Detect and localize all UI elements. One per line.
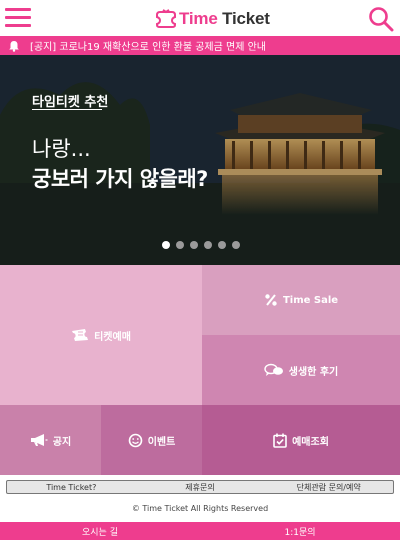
ticket-icon	[71, 328, 89, 342]
notice-bar[interactable]: [공지] 코로나19 재확산으로 인한 환불 공제금 면제 안내	[0, 36, 400, 55]
reservation-label: 예매조회	[292, 436, 329, 448]
carousel-dot[interactable]	[204, 241, 212, 249]
percent-icon	[264, 293, 278, 307]
bell-icon	[9, 40, 19, 52]
time-sale-tile[interactable]: Time Sale	[202, 265, 400, 335]
carousel-dot[interactable]	[190, 241, 198, 249]
calendar-check-icon	[273, 433, 287, 448]
hero-title-line2: 궁보러 가지 않을래?	[32, 167, 208, 191]
hero-tag: 타임티켓 추천	[32, 95, 109, 110]
footer-links: Time Ticket? 제휴문의 단체관람 문의/예약	[6, 480, 394, 494]
time-sale-label: Time Sale	[282, 294, 339, 306]
notice-tile[interactable]: 공지	[0, 405, 101, 475]
event-label: 이벤트	[147, 436, 176, 448]
carousel-dots	[162, 241, 240, 249]
footer-link-about[interactable]: Time Ticket?	[7, 481, 136, 493]
hamburger-menu-icon[interactable]	[5, 8, 31, 28]
logo-ticket-icon	[155, 9, 177, 29]
reservation-tile[interactable]: 예매조회	[202, 405, 400, 475]
bottom-bar: 오시는 길 1:1문의	[0, 522, 400, 540]
logo-time-text: Time	[179, 9, 218, 28]
logo-ticket-text: Ticket	[222, 9, 270, 28]
carousel-dot[interactable]	[218, 241, 226, 249]
notice-tile-label: 공지	[52, 436, 72, 448]
ticket-booking-label: 티켓예매	[94, 331, 131, 343]
footer-link-partnership[interactable]: 제휴문의	[136, 481, 265, 493]
search-icon[interactable]	[368, 6, 394, 32]
directions-link[interactable]: 오시는 길	[0, 522, 200, 540]
hero-title-line1: 나랑...	[32, 137, 91, 161]
ticket-booking-tile[interactable]: 티켓예매	[0, 265, 202, 405]
event-tile[interactable]: 이벤트	[101, 405, 202, 475]
carousel-dot[interactable]	[232, 241, 240, 249]
speech-bubble-icon	[264, 363, 284, 377]
notice-text: [공지] 코로나19 재확산으로 인한 환불 공제금 면제 안내	[30, 42, 266, 53]
carousel-dot[interactable]	[162, 241, 170, 249]
smiley-icon	[128, 433, 143, 448]
hero-tag-underline	[32, 109, 102, 110]
megaphone-icon	[30, 433, 48, 447]
hero-banner[interactable]: 타임티켓 추천 나랑... 궁보러 가지 않을래?	[0, 55, 400, 265]
footer-link-group-inquiry[interactable]: 단체관람 문의/예약	[264, 481, 393, 493]
app-header: Time Ticket	[0, 0, 400, 36]
review-label: 생생한 후기	[288, 366, 339, 378]
one-to-one-inquiry-link[interactable]: 1:1문의	[200, 522, 400, 540]
review-tile[interactable]: 생생한 후기	[202, 335, 400, 405]
copyright-text: © Time Ticket All Rights Reserved	[131, 504, 269, 513]
logo[interactable]: Time Ticket	[155, 7, 270, 31]
carousel-dot[interactable]	[176, 241, 184, 249]
